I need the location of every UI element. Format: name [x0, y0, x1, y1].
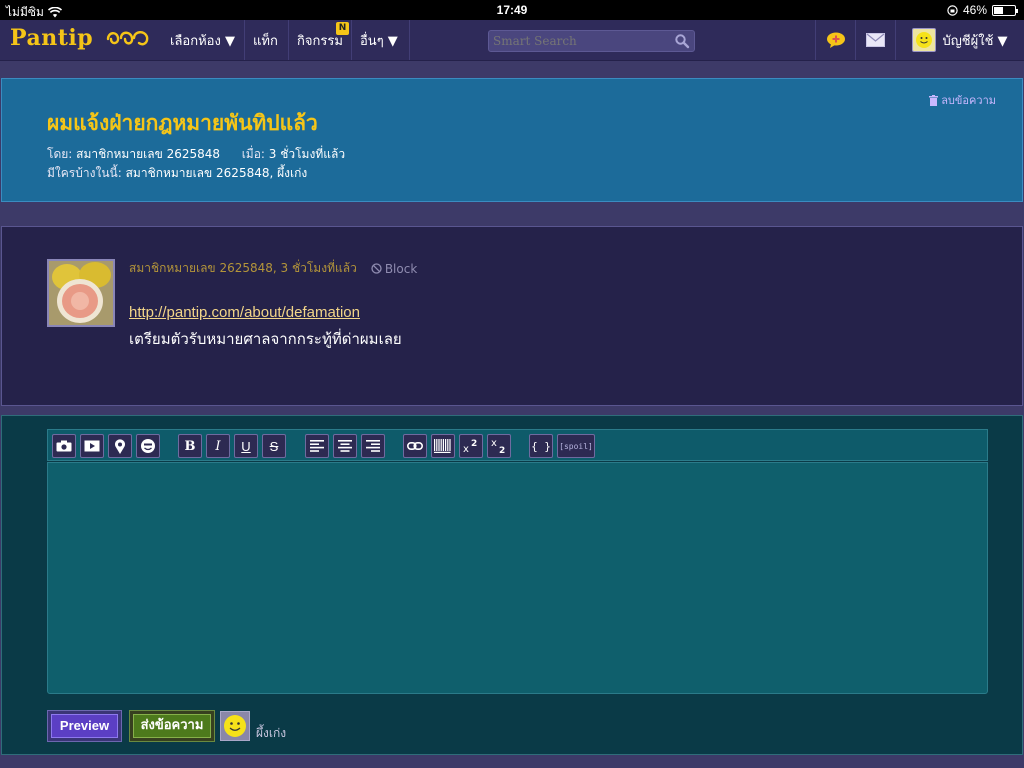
editor-toolbar: B I U S x2 x2 { } [spoil]	[47, 429, 988, 461]
camera-icon[interactable]	[52, 434, 76, 458]
comment-meta: สมาชิกหมายเลข 2625848, 3 ชั่วโมงที่แล้ว …	[129, 259, 417, 278]
topic-body: สมาชิกหมายเลข 2625848, 3 ชั่วโมงที่แล้ว …	[1, 226, 1023, 406]
preview-button[interactable]: Preview	[47, 710, 122, 742]
defamation-link[interactable]: http://pantip.com/about/defamation	[129, 304, 360, 321]
status-bar: ไม่มีซิม 17:49 46%	[0, 0, 1024, 20]
comment-text: เตรียมตัวรับหมายศาลจากกระทู้ที่ด่าผมเลย	[129, 330, 402, 348]
subscript-icon[interactable]: x2	[487, 434, 511, 458]
block-label: Block	[384, 261, 418, 276]
battery-fill	[994, 6, 1003, 14]
send-button[interactable]: ส่งข้อความ	[129, 710, 215, 742]
search-icon[interactable]	[674, 33, 690, 49]
link-icon[interactable]	[403, 434, 427, 458]
code-icon[interactable]: { }	[529, 434, 553, 458]
topic-header: ลบข้อความ ผมแจ้งฝ่ายกฎหมายพันทิปแล้ว โดย…	[1, 78, 1023, 202]
avatar	[912, 28, 937, 52]
messages-button[interactable]	[855, 20, 895, 60]
page-title: ผมแจ้งฝ่ายกฎหมายพันทิปแล้ว	[47, 111, 318, 135]
present-label: มีใครบ้างในนี้:	[47, 166, 122, 180]
spoil-icon[interactable]: [spoil]	[557, 434, 595, 458]
align-left-icon[interactable]	[305, 434, 329, 458]
emoticon-icon[interactable]	[136, 434, 160, 458]
smiley-icon	[916, 32, 933, 48]
reply-form: B I U S x2 x2 { } [spoil] Preview ส่งข้อ…	[1, 415, 1023, 755]
fruit-avatar-image	[49, 261, 113, 325]
nav-select-room[interactable]: เลือกห้อง ▼	[162, 20, 245, 60]
new-badge: N	[336, 22, 349, 35]
barcode-icon[interactable]	[431, 434, 455, 458]
strike-icon[interactable]: S	[262, 434, 286, 458]
battery-percent: 46%	[962, 3, 987, 17]
bold-icon[interactable]: B	[178, 434, 202, 458]
superscript-icon[interactable]: x2	[459, 434, 483, 458]
clock: 17:49	[496, 3, 528, 17]
nav-select-room-label: เลือกห้อง ▼	[170, 33, 235, 49]
send-label: ส่งข้อความ	[133, 714, 211, 738]
by-label: โดย:	[47, 147, 73, 161]
logo-swirl-icon	[97, 25, 153, 51]
smiley-icon	[224, 715, 246, 737]
block-icon	[371, 263, 382, 274]
italic-icon[interactable]: I	[206, 434, 230, 458]
delete-label: ลบข้อความ	[941, 94, 996, 107]
orientation-lock-icon	[947, 4, 958, 16]
logo-text: Pantip	[10, 25, 94, 51]
nav-more-label: อื่นๆ ▼	[360, 33, 398, 49]
underline-icon[interactable]: U	[234, 434, 258, 458]
nav-activities[interactable]: กิจกรรม N	[289, 20, 352, 60]
svg-text:2: 2	[471, 439, 477, 449]
account-menu[interactable]: บัญชีผู้ใช้ ▼	[895, 20, 1024, 60]
top-navbar: Pantip เลือกห้อง ▼ แท็ก กิจกรรม N อื่นๆ ▼…	[0, 20, 1024, 61]
align-right-icon[interactable]	[361, 434, 385, 458]
topic-meta: โดย: สมาชิกหมายเลข 2625848 เมื่อ: 3 ชั่ว…	[47, 145, 345, 164]
align-center-icon[interactable]	[333, 434, 357, 458]
svg-text:2: 2	[499, 446, 505, 454]
delete-topic-link[interactable]: ลบข้อความ	[929, 91, 996, 109]
battery-icon	[992, 4, 1018, 16]
when-label: เมื่อ:	[241, 147, 265, 161]
nav-more[interactable]: อื่นๆ ▼	[352, 20, 410, 60]
svg-text:x: x	[491, 438, 497, 449]
search-input[interactable]	[493, 33, 671, 49]
new-topic-icon	[826, 32, 845, 48]
post-time: 3 ชั่วโมงที่แล้ว	[268, 147, 346, 161]
reply-avatar	[220, 711, 250, 741]
present-list: สมาชิกหมายเลข 2625848, ผึ้งเก่ง	[125, 166, 308, 180]
author-avatar[interactable]	[47, 259, 115, 327]
video-icon[interactable]	[80, 434, 104, 458]
account-label: บัญชีผู้ใช้ ▼	[942, 33, 1008, 49]
search-box	[488, 30, 695, 52]
nav-tags[interactable]: แท็ก	[245, 20, 289, 60]
author-name[interactable]: สมาชิกหมายเลข 2625848	[76, 147, 220, 161]
comment-author-time[interactable]: สมาชิกหมายเลข 2625848, 3 ชั่วโมงที่แล้ว	[129, 259, 357, 278]
status-right: 46%	[947, 3, 1018, 17]
pantip-logo[interactable]: Pantip	[10, 25, 153, 51]
mail-icon	[866, 33, 885, 47]
nav-tags-label: แท็ก	[253, 33, 278, 49]
block-button[interactable]: Block	[371, 262, 417, 276]
svg-text:x: x	[463, 444, 469, 454]
reply-username: ผึ้งเก่ง	[256, 726, 287, 740]
reply-textarea[interactable]	[47, 462, 988, 694]
present-users: มีใครบ้างในนี้: สมาชิกหมายเลข 2625848, ผ…	[47, 164, 307, 183]
new-topic-button[interactable]	[815, 20, 855, 60]
map-pin-icon[interactable]	[108, 434, 132, 458]
preview-label: Preview	[51, 714, 118, 738]
trash-icon	[929, 94, 939, 106]
